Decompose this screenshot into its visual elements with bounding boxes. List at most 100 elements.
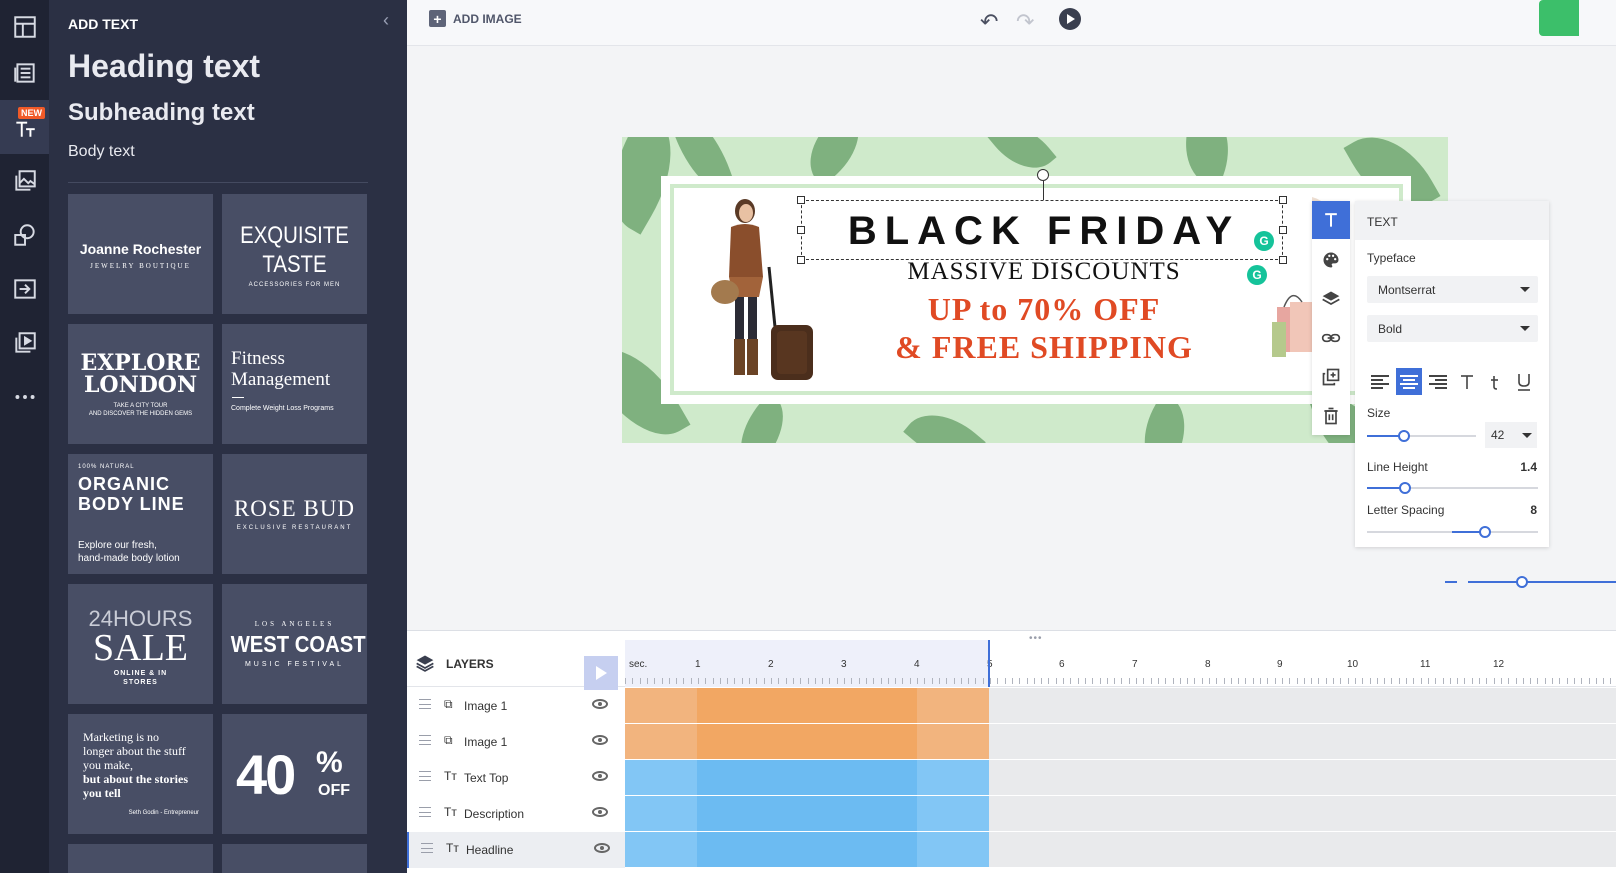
selection-box[interactable] <box>801 200 1283 260</box>
ruler-unit: sec. <box>629 659 648 670</box>
text-template-fitness-management[interactable]: Fitness Management Complete Weight Loss … <box>222 324 367 444</box>
text-template-organic-body-line[interactable]: 100% NATURAL ORGANIC BODY LINE Explore o… <box>68 454 213 574</box>
layer-timing-bar[interactable] <box>625 796 989 831</box>
letter-spacing-slider[interactable] <box>1367 526 1538 538</box>
text-template-west-coast[interactable]: LOS ANGELES WEST COAST MUSIC FESTIVAL <box>222 584 367 704</box>
palette-icon[interactable] <box>1312 241 1350 279</box>
template-text: EXQUISITE <box>240 222 349 249</box>
offer-text-line-1[interactable]: UP to 70% OFF <box>804 291 1284 328</box>
ruler-minor-tick <box>866 678 867 684</box>
align-right-icon[interactable] <box>1425 368 1451 395</box>
ruler-minor-tick <box>1267 678 1268 684</box>
resize-handle-br[interactable] <box>1279 256 1287 264</box>
size-select[interactable]: 42 <box>1485 422 1537 448</box>
drag-handle-icon[interactable] <box>419 807 431 817</box>
save-button[interactable] <box>1539 0 1579 36</box>
align-center-icon[interactable] <box>1396 368 1422 395</box>
offer-text-line-2[interactable]: & FREE SHIPPING <box>804 329 1284 366</box>
text-template-explore-london[interactable]: EXPLORE LONDON TAKE A CITY TOUR AND DISC… <box>68 324 213 444</box>
line-height-slider-knob[interactable] <box>1399 482 1411 494</box>
add-image-button[interactable]: + ADD IMAGE <box>429 10 522 27</box>
layer-row[interactable]: Tт Text Top <box>407 760 625 796</box>
drag-handle-icon[interactable] <box>419 771 431 781</box>
duplicate-icon[interactable] <box>1312 358 1350 396</box>
drag-handle-icon[interactable] <box>419 699 431 709</box>
text-template-joanne-rochester[interactable]: Joanne Rochester JEWELRY BOUTIQUE <box>68 194 213 314</box>
rotate-handle[interactable] <box>1037 169 1049 181</box>
description-text[interactable]: MASSIVE DISCOUNTS <box>804 258 1284 286</box>
text-properties-panel: TEXT Typeface Montserrat Bold Size 42 Li… <box>1355 201 1549 547</box>
eye-icon[interactable] <box>592 807 608 817</box>
grammarly-icon[interactable]: G <box>1247 265 1267 285</box>
collapse-panel-icon[interactable]: ‹ <box>383 10 389 31</box>
link-icon[interactable] <box>1312 319 1350 357</box>
timeline-ruler[interactable]: sec. 1 2 3 4 5 6 7 8 9 10 11 12 <box>625 640 1616 687</box>
layers-icon[interactable] <box>1312 280 1350 318</box>
heading-text-sample[interactable]: Heading text <box>68 48 260 85</box>
size-slider-knob[interactable] <box>1398 430 1410 442</box>
typeface-select[interactable]: Montserrat <box>1367 276 1538 303</box>
zoom-slider-knob[interactable] <box>1516 576 1528 588</box>
resize-handle-tl[interactable] <box>797 196 805 204</box>
eye-icon[interactable] <box>592 699 608 709</box>
timeline-play-button[interactable] <box>584 656 618 690</box>
subheading-text-sample[interactable]: Subheading text <box>68 99 255 127</box>
resize-handle-tr[interactable] <box>1279 196 1287 204</box>
text-template-marketing-quote[interactable]: Marketing is no longer about the stuff y… <box>68 714 213 834</box>
template-text: EXCLUSIVE RESTAURANT <box>236 525 353 531</box>
eye-icon[interactable] <box>592 735 608 745</box>
layer-row-selected[interactable]: Tт Headline <box>407 832 625 868</box>
shapes-icon[interactable] <box>0 208 49 262</box>
template-text: SALE <box>93 627 188 669</box>
text-template-24hours-sale[interactable]: 24HOURS SALE ONLINE & IN STORES <box>68 584 213 704</box>
layer-timing-bar[interactable] <box>625 688 989 723</box>
text-tool-icon[interactable]: NEW <box>0 100 49 154</box>
text-template-partial[interactable] <box>68 844 213 873</box>
resize-handle-r[interactable] <box>1279 226 1287 234</box>
text-format-icon[interactable] <box>1312 201 1350 239</box>
text-template-40-off[interactable]: 40 % OFF <box>222 714 367 834</box>
line-height-slider[interactable] <box>1367 482 1538 494</box>
grammarly-icon[interactable]: G <box>1254 231 1274 251</box>
video-icon[interactable] <box>0 316 49 370</box>
text-template-partial[interactable] <box>222 844 367 873</box>
eye-icon[interactable] <box>592 771 608 781</box>
ruler-tick: 2 <box>768 659 774 670</box>
underline-icon[interactable] <box>1511 368 1537 395</box>
layer-timing-bar[interactable] <box>625 724 989 759</box>
trash-icon[interactable] <box>1312 397 1350 435</box>
layer-timing-bar[interactable] <box>625 760 989 795</box>
zoom-slider[interactable] <box>1468 581 1616 583</box>
ruler-minor-tick <box>1567 678 1568 684</box>
template-text: TASTE <box>262 251 327 278</box>
align-left-icon[interactable] <box>1367 368 1393 395</box>
redo-icon[interactable]: ↷ <box>1016 9 1034 35</box>
preview-play-icon[interactable] <box>1059 8 1081 30</box>
letter-spacing-slider-knob[interactable] <box>1479 526 1491 538</box>
resize-handle-bl[interactable] <box>797 256 805 264</box>
font-weight-select[interactable]: Bold <box>1367 315 1538 342</box>
eye-icon[interactable] <box>594 843 610 853</box>
import-icon[interactable] <box>0 262 49 316</box>
undo-icon[interactable]: ↶ <box>980 9 998 35</box>
layer-row[interactable]: ⧉ Image 1 <box>407 688 625 724</box>
ruler-minor-tick <box>1202 678 1203 684</box>
resize-handle-l[interactable] <box>797 226 805 234</box>
timeline-playhead[interactable] <box>988 640 990 687</box>
layer-row[interactable]: Tт Description <box>407 796 625 832</box>
uppercase-icon[interactable] <box>1454 368 1480 395</box>
layer-row[interactable]: ⧉ Image 1 <box>407 724 625 760</box>
lowercase-icon[interactable] <box>1482 368 1508 395</box>
drag-handle-icon[interactable] <box>421 843 433 853</box>
body-text-sample[interactable]: Body text <box>68 143 135 161</box>
text-template-exquisite-taste[interactable]: EXQUISITE TASTE ACCESSORIES FOR MEN <box>222 194 367 314</box>
layer-timing-bar[interactable] <box>625 832 989 867</box>
ruler-minor-tick <box>1494 678 1495 684</box>
more-icon[interactable] <box>0 370 49 424</box>
drag-handle-icon[interactable] <box>419 735 431 745</box>
text-template-rose-bud[interactable]: ROSE BUD EXCLUSIVE RESTAURANT <box>222 454 367 574</box>
list-icon[interactable] <box>0 46 49 100</box>
image-icon[interactable] <box>0 154 49 208</box>
size-slider[interactable] <box>1367 430 1476 442</box>
zoom-out-icon[interactable] <box>1445 581 1457 583</box>
